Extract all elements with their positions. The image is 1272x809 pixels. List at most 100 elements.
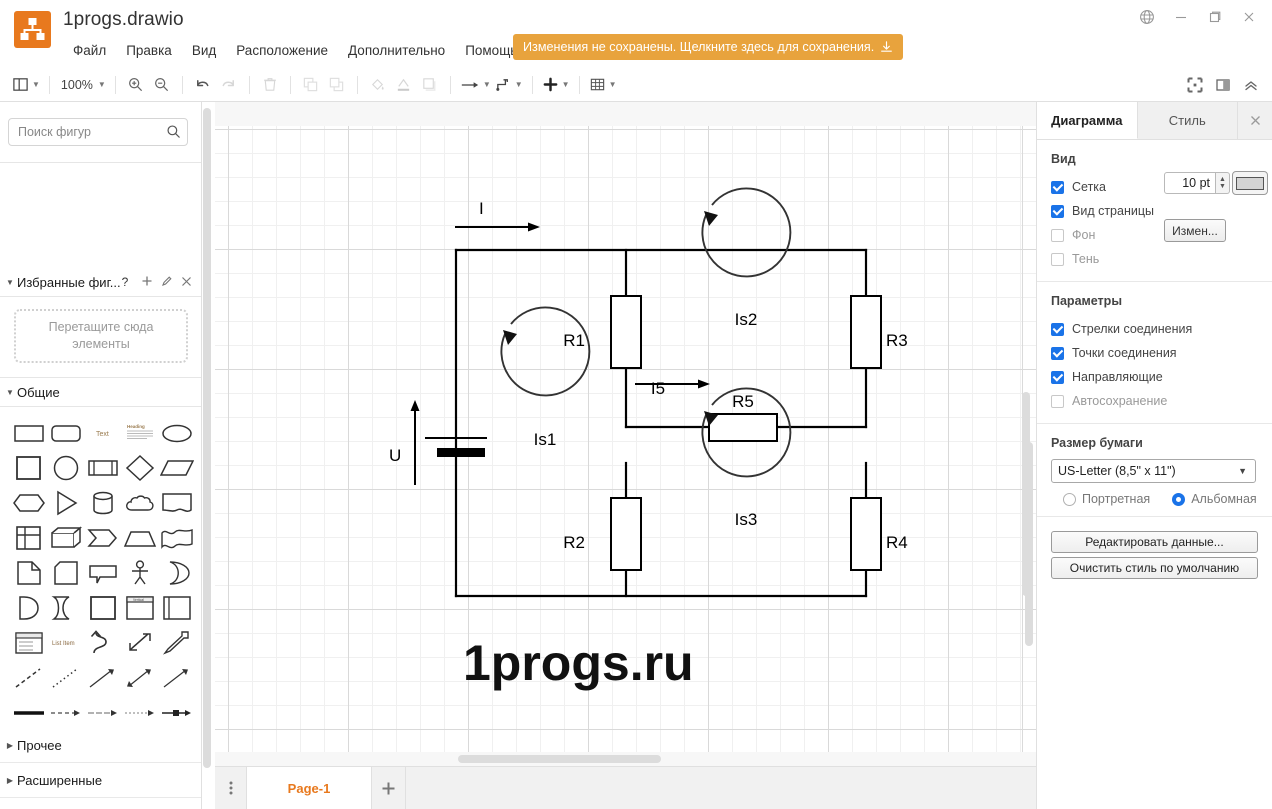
shape-step-icon[interactable] [84,520,121,555]
fill-color-icon[interactable] [365,72,391,98]
shape-square-icon[interactable] [10,450,47,485]
shadow-checkbox-row[interactable]: Тень [1051,247,1258,271]
sidebar-scrollbar[interactable] [203,108,211,768]
shape-curved-arrow-icon[interactable] [84,625,121,660]
line-color-icon[interactable] [391,72,417,98]
collapse-toolbar-icon[interactable] [1238,72,1264,98]
circuit-diagram[interactable]: I U R1 R2 R3 R4 R5 I5 Is1 Is2 Is3 1progs… [215,102,1036,809]
change-background-button[interactable]: Измен... [1164,219,1226,242]
sidebar-category-logic-gates[interactable]: ▶ Electrical / Logic Gates [0,798,201,809]
line-dotted-icon[interactable] [47,660,84,695]
add-page-button[interactable] [372,767,406,809]
insert-table-button[interactable]: ▼ [587,72,619,98]
background-checkbox-row[interactable]: Фон [1051,223,1258,247]
edit-favorite-icon[interactable] [161,275,173,290]
page-view-checkbox[interactable] [1051,204,1064,218]
autosave-checkbox[interactable] [1051,394,1064,408]
zoom-out-icon[interactable] [149,72,175,98]
format-panel-scrollbar[interactable] [1025,442,1033,646]
clear-default-style-button[interactable]: Очистить стиль по умолчанию [1051,557,1258,579]
delete-icon[interactable] [257,72,283,98]
shape-vertical-container-icon[interactable] [158,590,195,625]
page-menu-icon[interactable] [215,767,247,809]
tab-diagram[interactable]: Диаграмма [1037,102,1138,139]
page-view-checkbox-row[interactable]: Вид страницы [1051,199,1258,223]
language-globe-icon[interactable] [1130,2,1164,32]
horizontal-scrollbar-thumb[interactable] [458,755,661,763]
shape-callout-icon[interactable] [84,555,121,590]
shape-list-item-icon[interactable]: List Item [47,625,84,660]
shape-card-icon[interactable] [47,555,84,590]
undo-icon[interactable] [190,72,216,98]
shape-parallelogram-icon[interactable] [158,450,195,485]
menu-view[interactable]: Вид [182,40,226,61]
tab-style[interactable]: Стиль [1137,102,1238,139]
shape-block-arrow-icon[interactable] [158,625,195,660]
guides-checkbox[interactable] [1051,370,1064,384]
shape-list-icon[interactable] [10,625,47,660]
shape-bidirectional-arrow-icon[interactable] [121,625,158,660]
shadow-icon[interactable] [417,72,443,98]
shape-actor-icon[interactable] [121,555,158,590]
edit-data-button[interactable]: Редактировать данные... [1051,531,1258,553]
autosave-row[interactable]: Автосохранение [1051,389,1258,413]
fullscreen-icon[interactable] [1182,72,1208,98]
search-icon[interactable] [166,124,181,144]
shape-titled-container-icon[interactable]: Vertical [121,590,158,625]
paper-size-select[interactable]: US-Letter (8,5" x 11") ▼ [1051,459,1256,483]
grid-color-button[interactable] [1232,171,1268,195]
shadow-checkbox[interactable] [1051,252,1064,266]
shape-document-icon[interactable] [158,485,195,520]
menu-arrange[interactable]: Расположение [226,40,338,61]
shape-tape-icon[interactable] [158,520,195,555]
shape-delay-icon[interactable] [47,590,84,625]
close-favorites-icon[interactable] [181,275,192,290]
zoom-level-button[interactable]: 100% ▼ [57,72,108,98]
format-panel-toggle-icon[interactable] [1210,72,1236,98]
shape-rectangle-icon[interactable] [10,415,47,450]
favorites-dropzone[interactable]: Перетащите сюда элементы [14,309,188,363]
to-front-icon[interactable] [298,72,324,98]
line-dashed-icon[interactable] [10,660,47,695]
shape-circle-icon[interactable] [47,450,84,485]
connection-arrows-row[interactable]: Стрелки соединения [1051,317,1258,341]
shape-table-icon[interactable] [10,520,47,555]
shape-process-icon[interactable] [84,450,121,485]
insert-shape-button[interactable]: ▼ [540,72,572,98]
shape-container-icon[interactable] [84,590,121,625]
shape-or-icon[interactable] [158,555,195,590]
shape-hexagon-icon[interactable] [10,485,47,520]
grid-size-input[interactable]: 10 pt [1164,172,1216,194]
line-dotted-arrow-icon[interactable] [121,695,158,730]
portrait-radio[interactable] [1063,492,1076,506]
zoom-in-icon[interactable] [123,72,149,98]
general-section-header[interactable]: ▼ Общие [0,378,201,406]
close-button[interactable] [1232,2,1266,32]
diagram-canvas[interactable]: I U R1 R2 R3 R4 R5 I5 Is1 Is2 Is3 1progs… [215,102,1036,809]
line-thin-arrow-icon[interactable] [158,660,195,695]
shape-triangle-icon[interactable] [47,485,84,520]
grid-size-stepper[interactable]: ▲ ▼ [1216,172,1230,194]
shape-textbox-icon[interactable]: Heading [121,415,158,450]
shape-text-icon[interactable]: Text [84,415,121,450]
landscape-radio[interactable] [1172,492,1186,506]
favorites-help-icon[interactable]: ? [122,275,129,289]
guides-row[interactable]: Направляющие [1051,365,1258,389]
page-tab-page-1[interactable]: Page-1 [247,767,372,809]
shape-cylinder-icon[interactable] [84,485,121,520]
line-gradient-arrow-icon[interactable] [84,695,121,730]
add-favorite-icon[interactable] [141,275,153,290]
sidebar-category-other[interactable]: ▶ Прочее [0,728,201,763]
background-checkbox[interactable] [1051,228,1064,242]
shape-rounded-rectangle-icon[interactable] [47,415,84,450]
line-thick-icon[interactable] [10,695,47,730]
to-back-icon[interactable] [324,72,350,98]
grid-checkbox[interactable] [1051,180,1064,194]
unsaved-changes-banner[interactable]: Изменения не сохранены. Щелкните здесь д… [513,34,904,60]
shape-trapezoid-icon[interactable] [121,520,158,555]
connection-points-checkbox[interactable] [1051,346,1064,360]
minimize-button[interactable] [1164,2,1198,32]
shape-cube-icon[interactable] [47,520,84,555]
favorites-section-header[interactable]: ▼ Избранные фиг... ? [0,268,201,296]
menu-edit[interactable]: Правка [116,40,182,61]
